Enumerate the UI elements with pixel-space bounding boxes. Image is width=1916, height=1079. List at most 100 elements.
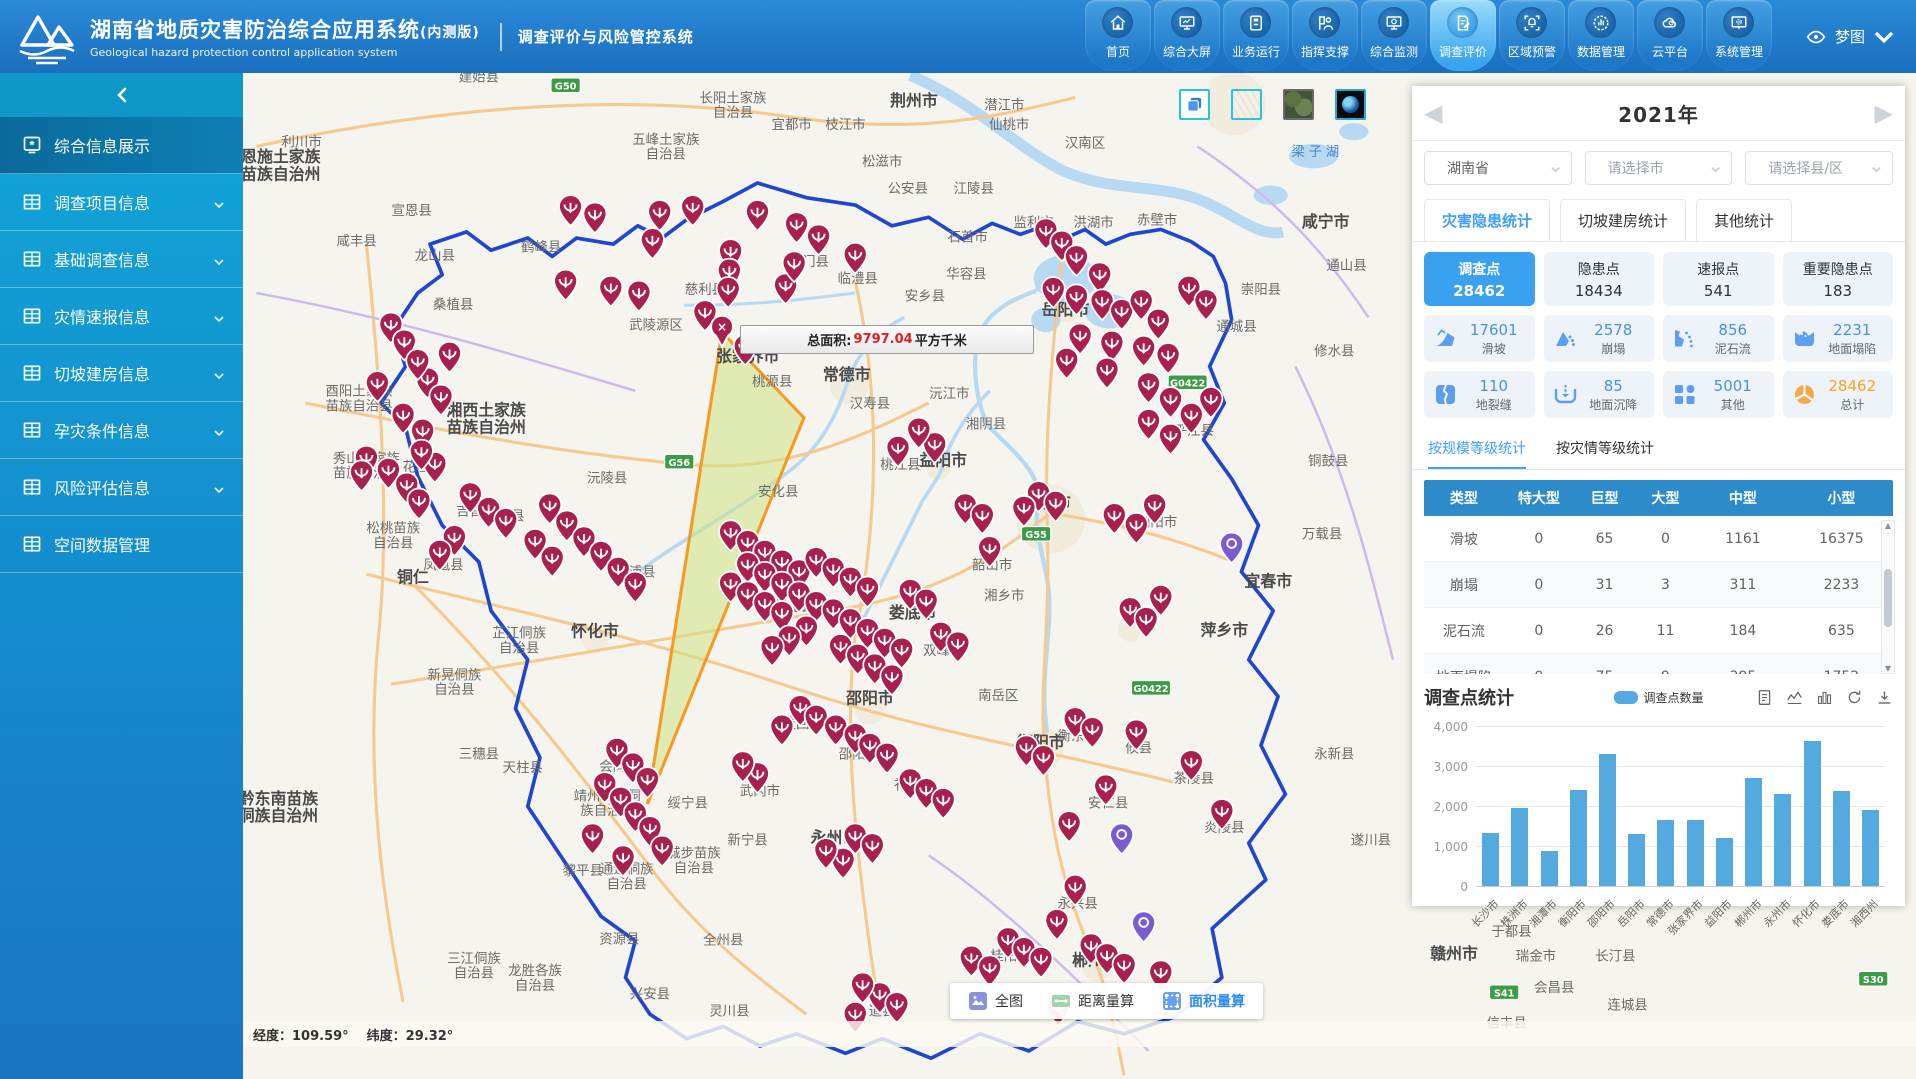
stat-button-隐患点[interactable]: 隐患点18434	[1544, 252, 1655, 306]
hazard-pin[interactable]	[807, 224, 830, 255]
hazard-pin[interactable]	[1058, 811, 1081, 842]
hazard-pin[interactable]	[541, 546, 564, 577]
scrollbar-thumb[interactable]	[1884, 569, 1892, 627]
hazard-pin[interactable]	[651, 836, 674, 867]
hazard-stat-其他[interactable]: 5001其他	[1663, 371, 1774, 418]
hazard-pin[interactable]	[641, 228, 664, 259]
hazard-pin-alt[interactable]	[1132, 911, 1155, 942]
hazard-stat-地面沉降[interactable]: 85地面沉降	[1544, 371, 1655, 418]
street-map-thumbnail[interactable]	[1231, 89, 1262, 120]
hazard-pin[interactable]	[624, 572, 647, 603]
hazard-pin[interactable]	[1157, 343, 1180, 374]
hazard-pin[interactable]	[1132, 336, 1155, 367]
sidebar-item[interactable]: 孕灾条件信息	[0, 402, 243, 459]
nav-item-dashboard[interactable]: 综合大屏	[1154, 0, 1220, 71]
region-select-2[interactable]: 请选择县/区	[1745, 151, 1893, 185]
nav-item-business[interactable]: 业务运行	[1223, 0, 1289, 71]
download-icon[interactable]	[1876, 689, 1893, 706]
hazard-stat-地裂缝[interactable]: 110地裂缝	[1424, 371, 1535, 418]
region-select-1[interactable]: 请选择市	[1585, 151, 1733, 185]
map-tool-area-measure[interactable]: 面积量算	[1162, 991, 1245, 1011]
hazard-pin[interactable]	[494, 508, 517, 539]
hazard-pin[interactable]	[438, 342, 461, 373]
hazard-pin[interactable]	[1137, 409, 1160, 440]
hazard-pin[interactable]	[932, 788, 955, 819]
tab-切坡建房统计[interactable]: 切坡建房统计	[1560, 199, 1686, 241]
table-scrollbar[interactable]: ▲ ▼	[1881, 520, 1895, 674]
stat-button-调查点[interactable]: 调查点28462	[1424, 252, 1535, 306]
hazard-pin[interactable]	[1125, 513, 1148, 544]
hazard-pin[interactable]	[746, 200, 769, 231]
sub-tab-按灾情等级统计[interactable]: 按灾情等级统计	[1556, 438, 1654, 467]
sidebar-item[interactable]: 空间数据管理	[0, 516, 243, 573]
hazard-pin[interactable]	[1045, 909, 1068, 940]
year-prev-button[interactable]: ◀	[1424, 101, 1442, 125]
hazard-stat-地面塌陷[interactable]: 2231地面塌陷	[1783, 315, 1894, 362]
hazard-pin[interactable]	[978, 955, 1001, 986]
hazard-pin[interactable]	[1100, 331, 1123, 362]
hazard-pin[interactable]	[1103, 503, 1126, 534]
globe-thumbnail[interactable]	[1335, 89, 1366, 120]
hazard-stat-崩塌[interactable]: 2578崩塌	[1544, 315, 1655, 362]
hazard-pin[interactable]	[971, 503, 994, 534]
hazard-pin[interactable]	[1029, 947, 1052, 978]
nav-item-cloud[interactable]: 云平台	[1637, 0, 1703, 71]
hazard-pin-alt[interactable]	[1110, 823, 1133, 854]
refresh-icon[interactable]	[1846, 689, 1863, 706]
hazard-pin[interactable]	[1194, 289, 1217, 320]
sub-tab-按规模等级统计[interactable]: 按规模等级统计	[1428, 438, 1526, 469]
hazard-pin[interactable]	[581, 823, 604, 854]
hazard-pin[interactable]	[1113, 953, 1136, 984]
hazard-pin[interactable]	[1159, 424, 1182, 455]
hazard-pin[interactable]	[1147, 309, 1170, 340]
nav-item-survey[interactable]: 调查评价	[1430, 0, 1496, 71]
hazard-pin[interactable]	[770, 715, 793, 746]
satellite-thumbnail[interactable]	[1283, 89, 1314, 120]
hazard-pin[interactable]	[1095, 358, 1118, 389]
map-tool-distance-measure[interactable]: 距离量算	[1051, 991, 1134, 1011]
stat-button-重要隐患点[interactable]: 重要隐患点183	[1783, 252, 1894, 306]
hazard-stat-总计[interactable]: 28462总计	[1783, 371, 1894, 418]
hazard-pin[interactable]	[554, 270, 577, 301]
hazard-pin[interactable]	[627, 281, 650, 312]
layers-icon[interactable]	[1179, 89, 1210, 120]
line-chart-icon[interactable]	[1786, 689, 1803, 706]
hazard-pin[interactable]	[1055, 348, 1078, 379]
nav-item-warning[interactable]: 区域预警	[1499, 0, 1565, 71]
nav-item-data[interactable]: 数据管理	[1568, 0, 1634, 71]
hazard-pin[interactable]	[785, 212, 808, 243]
hazard-pin[interactable]	[1159, 387, 1182, 418]
hazard-pin[interactable]	[648, 200, 671, 231]
bar-chart-icon[interactable]	[1816, 689, 1833, 706]
hazard-stat-滑坡[interactable]: 17601滑坡	[1424, 315, 1535, 362]
hazard-stat-泥石流[interactable]: 856泥石流	[1663, 315, 1774, 362]
scroll-up-icon[interactable]: ▲	[1885, 521, 1891, 530]
data-view-icon[interactable]	[1756, 689, 1773, 706]
hazard-pin[interactable]	[861, 833, 884, 864]
hazard-pin[interactable]	[1032, 745, 1055, 776]
hazard-pin[interactable]	[844, 243, 867, 274]
stat-button-速报点[interactable]: 速报点541	[1663, 252, 1774, 306]
nav-item-system[interactable]: 系统管理	[1706, 0, 1772, 71]
chart-legend[interactable]: 调查点数量	[1613, 689, 1703, 706]
map-tool-full-extent[interactable]: 全图	[968, 991, 1023, 1011]
hazard-pin[interactable]	[761, 635, 784, 666]
sidebar-item[interactable]: 调查项目信息	[0, 174, 243, 231]
sidebar-item[interactable]: 综合信息展示	[0, 117, 243, 174]
region-select-0[interactable]: 湖南省	[1424, 151, 1572, 185]
hazard-pin[interactable]	[407, 488, 430, 519]
tab-其他统计[interactable]: 其他统计	[1696, 199, 1792, 241]
scroll-down-icon[interactable]: ▼	[1885, 664, 1891, 673]
nav-item-home[interactable]: 首页	[1085, 0, 1151, 71]
sidebar-collapse-button[interactable]	[0, 73, 243, 117]
sidebar-item[interactable]: 基础调查信息	[0, 231, 243, 288]
hazard-pin[interactable]	[583, 202, 606, 233]
hazard-pin[interactable]	[875, 743, 898, 774]
tab-灾害隐患统计[interactable]: 灾害隐患统计	[1424, 199, 1550, 241]
nav-item-command[interactable]: 指挥支撑	[1292, 0, 1358, 71]
hazard-pin[interactable]	[599, 276, 622, 307]
sidebar-item[interactable]: 灾情速报信息	[0, 288, 243, 345]
year-next-button[interactable]: ▶	[1875, 101, 1893, 125]
hazard-pin[interactable]	[559, 195, 582, 226]
sidebar-item[interactable]: 风险评估信息	[0, 459, 243, 516]
